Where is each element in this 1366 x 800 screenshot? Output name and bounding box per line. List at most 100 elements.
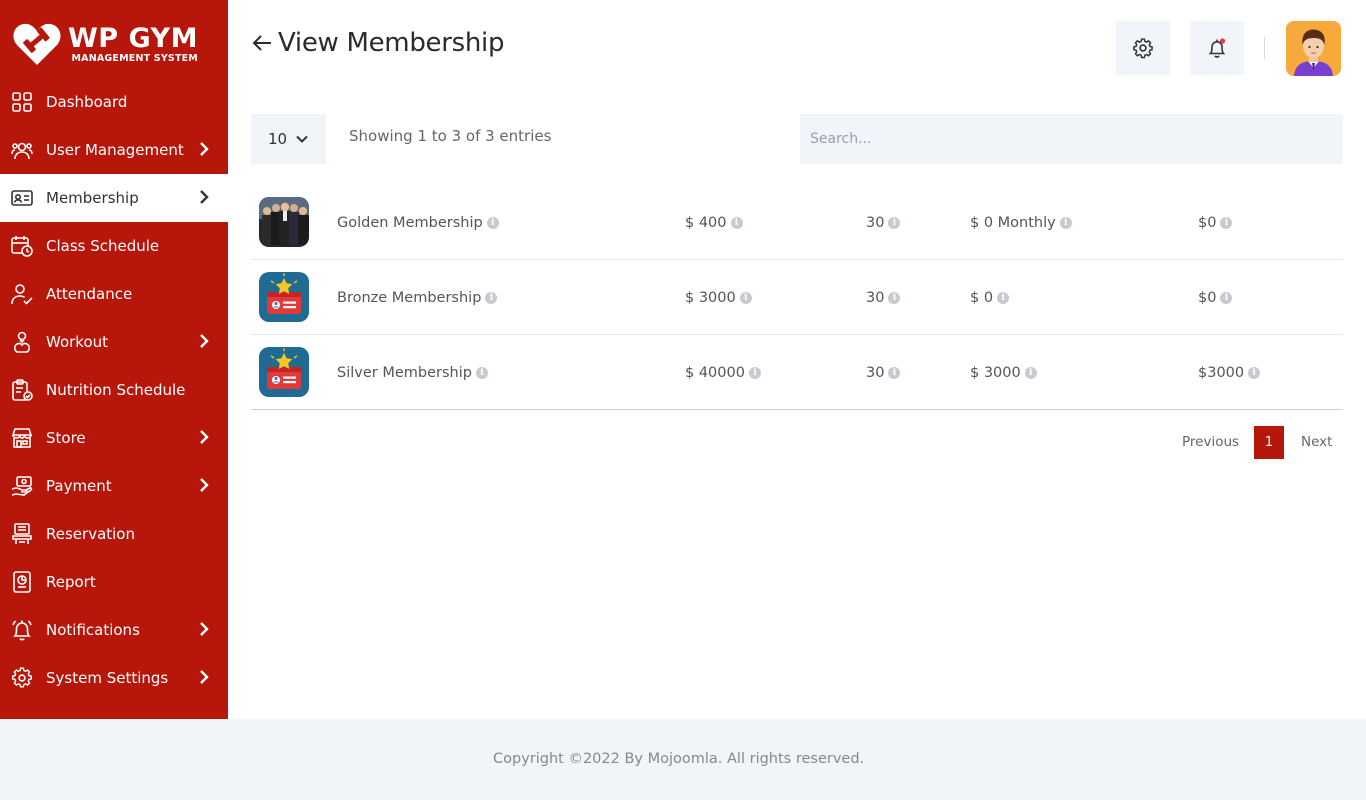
reservation-icon: [11, 523, 33, 545]
membership-installment: $ 0i: [970, 260, 1010, 335]
info-icon[interactable]: i: [486, 216, 499, 229]
workout-icon: [11, 331, 33, 353]
page-size-select[interactable]: 10: [251, 114, 326, 164]
entries-info: Showing 1 to 3 of 3 entries: [349, 127, 552, 145]
page-header: View Membership: [250, 28, 504, 58]
brand-subtitle: MANAGEMENT SYSTEM: [71, 52, 198, 64]
heart-dumbbell-logo-icon: [12, 21, 62, 67]
chevron-right-icon: [200, 622, 209, 636]
info-icon[interactable]: i: [730, 216, 743, 229]
pagination-previous[interactable]: Previous: [1182, 434, 1239, 450]
sidebar-item-membership[interactable]: Membership: [0, 174, 228, 222]
sidebar-item-label: Workout: [46, 333, 109, 351]
bell-icon: [1208, 38, 1226, 58]
sidebar-item-label: Payment: [46, 477, 112, 495]
sidebar-item-label: User Management: [46, 141, 184, 159]
info-icon[interactable]: i: [739, 291, 752, 304]
membership-installment: $ 3000 i: [970, 335, 1037, 410]
sidebar-item-user-management[interactable]: User Management: [0, 126, 228, 174]
membership-signup-fee: $0 i: [1198, 260, 1233, 335]
notifications-button[interactable]: [1190, 21, 1244, 75]
sidebar-item-system-settings[interactable]: System Settings: [0, 654, 228, 702]
copyright-text: Copyright ©2022 By Mojoomla. All rights …: [493, 751, 865, 767]
report-icon: [11, 571, 33, 593]
sidebar-item-notifications[interactable]: Notifications: [0, 606, 228, 654]
info-icon[interactable]: i: [748, 366, 761, 379]
info-icon[interactable]: i: [888, 216, 901, 229]
membership-amount: $ 400 i: [685, 185, 743, 260]
info-icon[interactable]: i: [1059, 216, 1072, 229]
membership-table: Golden Membership i $ 400 i 30 i $ 0 Monthl…: [251, 185, 1343, 410]
info-icon[interactable]: i: [888, 291, 901, 304]
membership-signup-fee: $3000 i: [1198, 335, 1261, 410]
sidebar-nav: Dashboard User Management Membership Cla…: [0, 78, 228, 702]
sidebar: WP GYM MANAGEMENT SYSTEM Dashboard User …: [0, 0, 228, 719]
brand-logo[interactable]: WP GYM MANAGEMENT SYSTEM: [12, 20, 217, 68]
membership-card-icon: [11, 187, 33, 209]
dashboard-grid-icon: [11, 91, 33, 113]
info-icon[interactable]: i: [485, 291, 498, 304]
table-row[interactable]: Bronze Membership i $ 3000 i 30 i $ 0i $0 i: [251, 260, 1343, 335]
sidebar-item-label: Dashboard: [46, 93, 128, 111]
avatar[interactable]: [1286, 21, 1341, 76]
sidebar-item-reservation[interactable]: Reservation: [0, 510, 228, 558]
membership-thumbnail-team-photo: [259, 197, 309, 247]
settings-button[interactable]: [1116, 21, 1170, 75]
chevron-right-icon: [200, 142, 209, 156]
sidebar-item-label: Notifications: [46, 621, 140, 639]
pagination-page-current[interactable]: 1: [1254, 426, 1284, 459]
membership-name: Bronze Membership i: [337, 260, 498, 335]
sidebar-item-class-schedule[interactable]: Class Schedule: [0, 222, 228, 270]
info-icon[interactable]: i: [1220, 291, 1233, 304]
membership-name: Silver Membership i: [337, 335, 488, 410]
membership-name: Golden Membership i: [337, 185, 499, 260]
sidebar-item-payment[interactable]: Payment: [0, 462, 228, 510]
gear-icon: [11, 667, 33, 689]
bell-icon: [11, 619, 33, 641]
user-check-icon: [11, 283, 33, 305]
sidebar-item-nutrition-schedule[interactable]: Nutrition Schedule: [0, 366, 228, 414]
sidebar-item-label: Nutrition Schedule: [46, 381, 186, 399]
membership-signup-fee: $0 i: [1198, 185, 1233, 260]
chevron-right-icon: [200, 478, 209, 492]
info-icon[interactable]: i: [1220, 216, 1233, 229]
membership-period: 30 i: [866, 260, 901, 335]
info-icon[interactable]: i: [997, 291, 1010, 304]
nutrition-clipboard-icon: [11, 379, 33, 401]
sidebar-item-label: Membership: [46, 189, 139, 207]
sidebar-item-attendance[interactable]: Attendance: [0, 270, 228, 318]
sidebar-item-label: Reservation: [46, 525, 135, 543]
payment-hand-icon: [11, 475, 33, 497]
users-gear-icon: [11, 139, 33, 161]
membership-period: 30 i: [866, 185, 901, 260]
calendar-clock-icon: [11, 235, 33, 257]
info-icon[interactable]: i: [475, 366, 488, 379]
gear-icon: [1133, 38, 1153, 59]
header-divider: [1264, 37, 1265, 59]
membership-period: 30 i: [866, 335, 901, 410]
info-icon[interactable]: i: [888, 366, 901, 379]
chevron-right-icon: [200, 190, 209, 204]
membership-badge-icon: [259, 272, 309, 322]
sidebar-item-label: System Settings: [46, 669, 169, 687]
table-row[interactable]: Silver Membership i $ 40000 i 30 i $ 3000 i …: [251, 335, 1343, 410]
sidebar-item-label: Class Schedule: [46, 237, 160, 255]
sidebar-item-store[interactable]: Store: [0, 414, 228, 462]
sidebar-item-report[interactable]: Report: [0, 558, 228, 606]
membership-badge-icon: [259, 347, 309, 397]
info-icon[interactable]: i: [1248, 366, 1261, 379]
page-title: View Membership: [278, 28, 505, 58]
sidebar-item-label: Report: [46, 573, 96, 591]
info-icon[interactable]: i: [1024, 366, 1037, 379]
sidebar-item-label: Store: [46, 429, 86, 447]
membership-amount: $ 40000 i: [685, 335, 761, 410]
sidebar-item-workout[interactable]: Workout: [0, 318, 228, 366]
chevron-right-icon: [200, 430, 209, 444]
sidebar-item-dashboard[interactable]: Dashboard: [0, 78, 228, 126]
store-icon: [11, 427, 33, 449]
search-input[interactable]: [800, 114, 1343, 164]
table-row[interactable]: Golden Membership i $ 400 i 30 i $ 0 Monthl…: [251, 185, 1343, 260]
pagination-next[interactable]: Next: [1301, 434, 1332, 450]
chevron-right-icon: [200, 670, 209, 684]
arrow-left-icon[interactable]: [250, 31, 274, 55]
